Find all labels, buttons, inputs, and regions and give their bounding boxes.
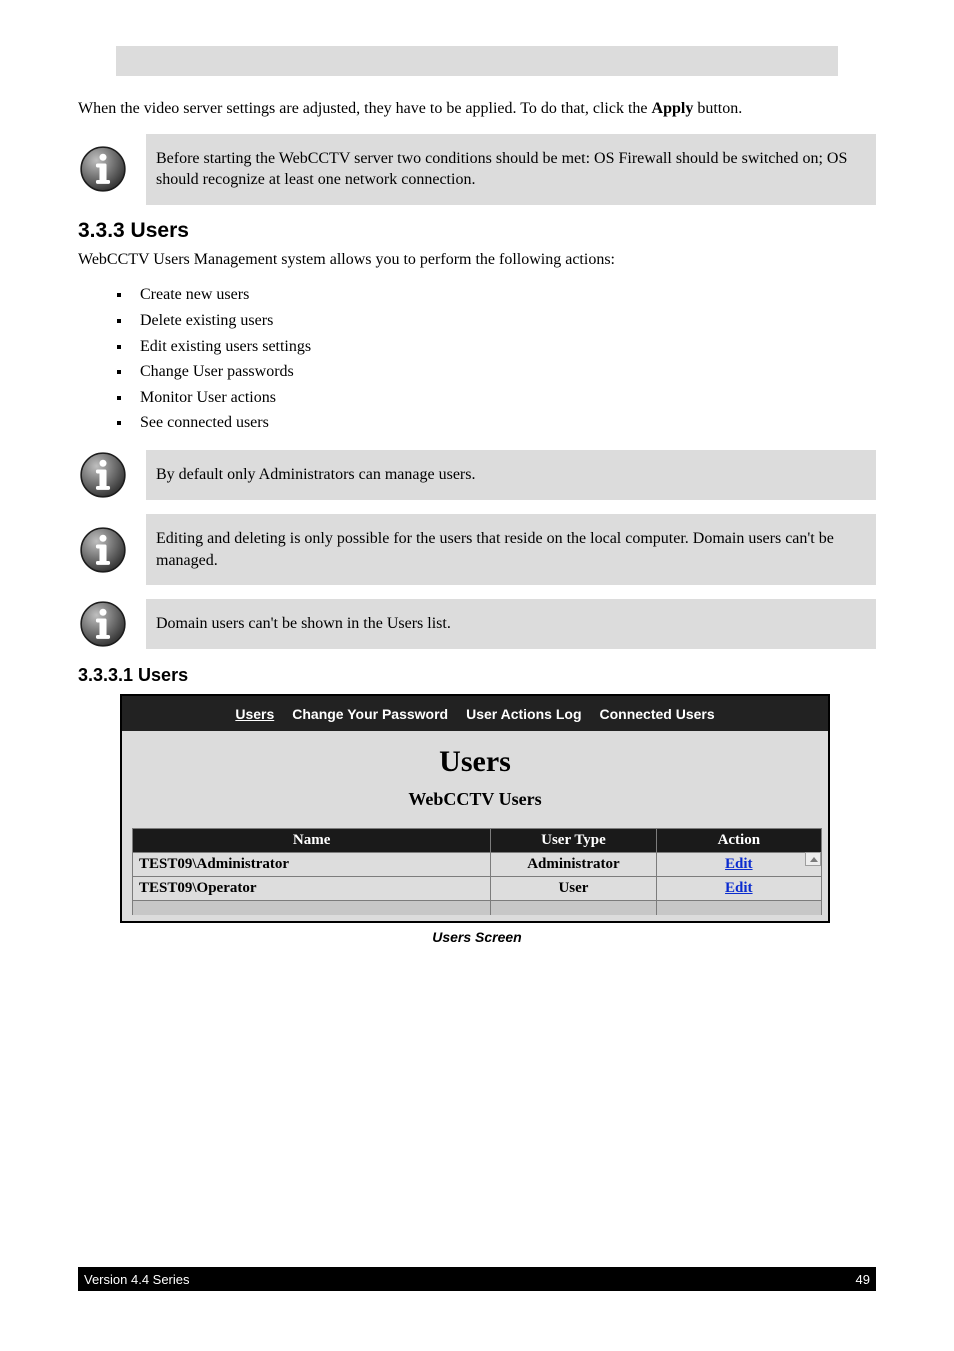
info-icon: [78, 450, 128, 500]
cell-action: Edit: [656, 853, 821, 877]
note-admin-text: By default only Administrators can manag…: [146, 450, 876, 500]
table-empty-row: [133, 901, 822, 915]
tab-user-actions-log[interactable]: User Actions Log: [466, 706, 581, 722]
tab-change-password[interactable]: Change Your Password: [292, 706, 448, 722]
cell-username: TEST09\Operator: [133, 877, 491, 901]
col-header-type: User Type: [491, 829, 656, 853]
users-subtitle: WebCCTV Users: [122, 789, 828, 810]
info-icon: [78, 144, 128, 194]
note-preconditions-text: Before starting the WebCCTV server two c…: [146, 134, 876, 205]
list-item: Create new users: [132, 282, 876, 308]
apply-p-text-2: button.: [697, 100, 742, 117]
tab-users[interactable]: Users: [235, 706, 274, 722]
footer-version: Version 4.4 Series: [84, 1272, 190, 1287]
info-icon: [78, 525, 128, 575]
col-header-action: Action: [656, 829, 821, 853]
cell-usertype: User: [491, 877, 656, 901]
note-edit-delete-text: Editing and deleting is only possible fo…: [146, 514, 876, 585]
scroll-up-button[interactable]: [805, 852, 821, 866]
edit-link[interactable]: Edit: [725, 856, 753, 872]
cell-username: TEST09\Administrator: [133, 853, 491, 877]
users-navbar: Users Change Your Password User Actions …: [122, 696, 828, 731]
users-table-wrap: Name User Type Action TEST09\Administrat…: [122, 828, 828, 921]
list-item: Edit existing users settings: [132, 334, 876, 360]
note-edit-delete: Editing and deleting is only possible fo…: [78, 514, 876, 585]
list-item: Monitor User actions: [132, 385, 876, 411]
screenshot-caption: Users Screen: [78, 929, 876, 945]
cell-action: Edit: [656, 877, 821, 901]
list-item: See connected users: [132, 410, 876, 436]
users-intro: WebCCTV Users Management system allows y…: [78, 249, 876, 271]
users-screenshot: Users Change Your Password User Actions …: [120, 694, 830, 923]
edit-link[interactable]: Edit: [725, 880, 753, 896]
apply-p-text-1: When the video server settings are adjus…: [78, 100, 652, 117]
table-row: TEST09\Operator User Edit: [133, 877, 822, 901]
tab-connected-users[interactable]: Connected Users: [600, 706, 715, 722]
page-footer-bar: Version 4.4 Series 49: [78, 1267, 876, 1291]
page-header-bar: [116, 46, 838, 76]
footer-page-number: 49: [856, 1272, 870, 1287]
apply-word: Apply: [652, 100, 694, 117]
note-preconditions: Before starting the WebCCTV server two c…: [78, 134, 876, 205]
note-admin-only: By default only Administrators can manag…: [78, 450, 876, 500]
table-row: TEST09\Administrator Administrator Edit: [133, 853, 822, 877]
info-icon: [78, 599, 128, 649]
list-item: Delete existing users: [132, 308, 876, 334]
col-header-name: Name: [133, 829, 491, 853]
list-item: Change User passwords: [132, 359, 876, 385]
users-table: Name User Type Action TEST09\Administrat…: [132, 828, 822, 915]
users-title: Users: [122, 745, 828, 779]
apply-paragraph: When the video server settings are adjus…: [78, 98, 876, 120]
heading-users: 3.3.3 Users: [78, 219, 876, 243]
note-domain-users: Domain users can't be shown in the Users…: [78, 599, 876, 649]
note-domain-text: Domain users can't be shown in the Users…: [146, 599, 876, 649]
heading-users-sub: 3.3.3.1 Users: [78, 665, 876, 686]
cell-usertype: Administrator: [491, 853, 656, 877]
feature-list: Create new users Delete existing users E…: [108, 282, 876, 436]
